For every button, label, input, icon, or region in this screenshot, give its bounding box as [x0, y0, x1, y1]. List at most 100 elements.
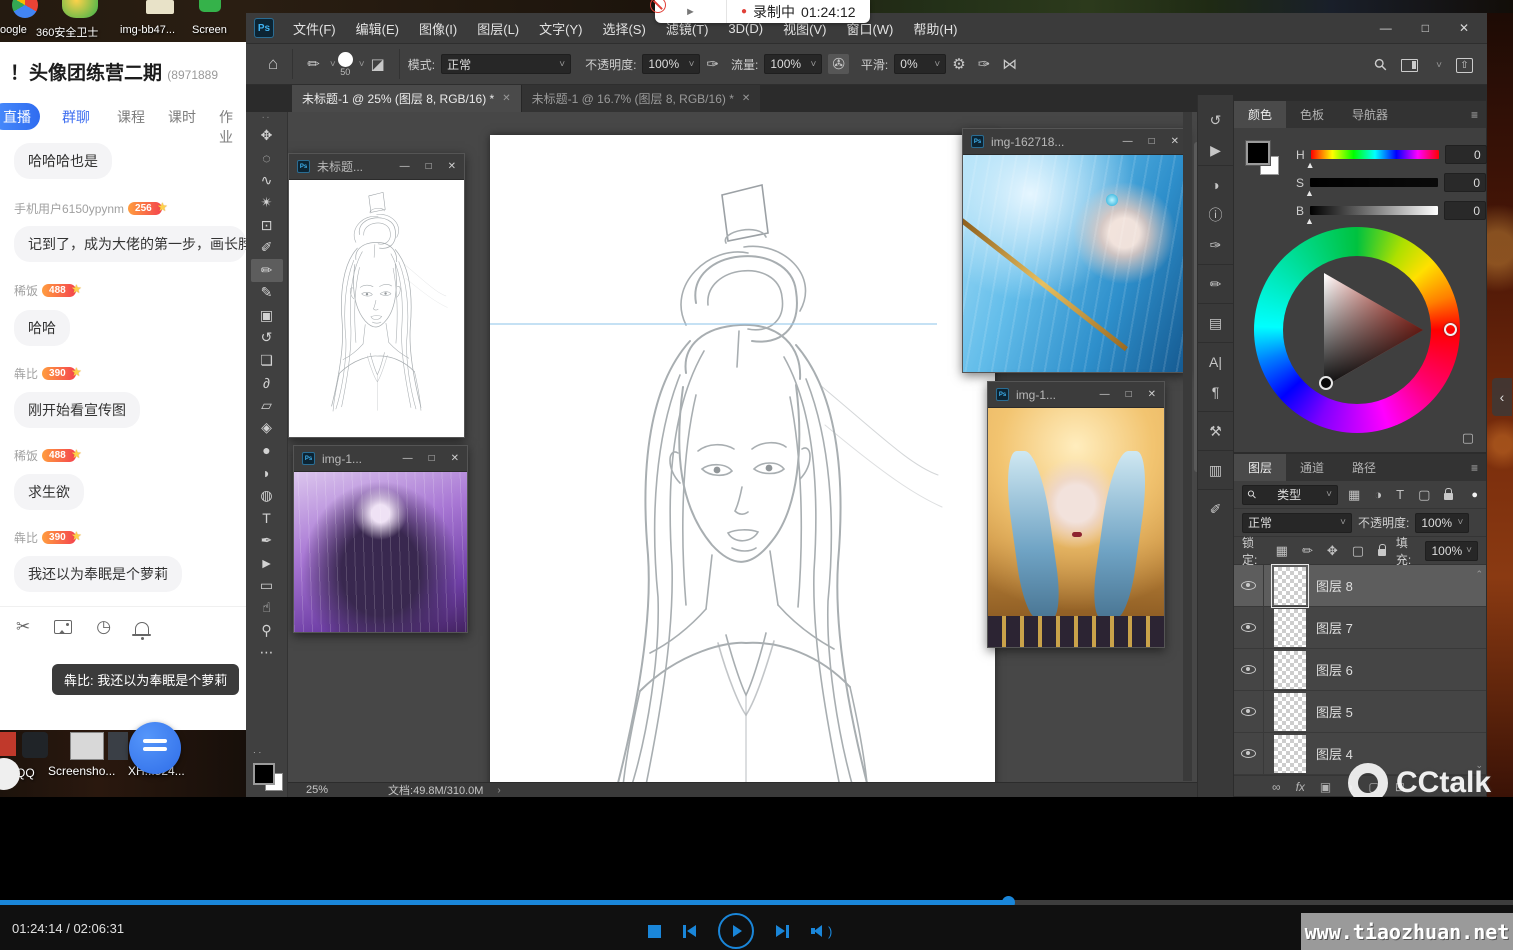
- visibility-toggle[interactable]: [1234, 691, 1264, 732]
- home-icon[interactable]: ⌂: [268, 54, 278, 74]
- zoom-level[interactable]: 25%: [306, 784, 328, 796]
- brightness-value[interactable]: 0: [1444, 201, 1486, 220]
- brightness-slider[interactable]: ▲: [1310, 206, 1438, 215]
- menu-image[interactable]: 图像(I): [410, 19, 466, 38]
- swap-colors-icon[interactable]: ∙∙: [253, 747, 264, 757]
- minimize-icon[interactable]: —: [1380, 21, 1392, 35]
- mute-button[interactable]: ◄: [655, 0, 727, 23]
- pencil-tool[interactable]: ✎: [251, 282, 283, 305]
- brush-tool[interactable]: ✏: [251, 259, 283, 282]
- layer-name[interactable]: 图层 5: [1316, 702, 1353, 721]
- layer-row[interactable]: 图层 7: [1234, 607, 1486, 649]
- layer-thumbnail[interactable]: [1274, 567, 1306, 605]
- lock-pixels-icon[interactable]: ✏: [1302, 543, 1313, 559]
- desktop-icon-label[interactable]: Screen: [192, 24, 227, 36]
- type-tool[interactable]: T: [251, 507, 283, 530]
- lasso-tool[interactable]: ∿: [251, 169, 283, 192]
- history-brush-tool[interactable]: ↺: [251, 327, 283, 350]
- maximize-icon[interactable]: □: [429, 453, 435, 464]
- panel-color-swatches[interactable]: [1246, 141, 1286, 181]
- panel-menu-icon[interactable]: ≡: [1471, 461, 1478, 475]
- lock-transparency-icon[interactable]: ▦: [1276, 543, 1288, 559]
- hue-value[interactable]: 0: [1445, 145, 1487, 164]
- paragraph-panel-icon[interactable]: ¶: [1201, 377, 1231, 407]
- share-icon[interactable]: ⇧: [1456, 58, 1473, 73]
- layer-opacity-select[interactable]: 100%˅: [1415, 513, 1469, 533]
- tab-swatches[interactable]: 色板: [1286, 101, 1338, 128]
- menu-type[interactable]: 文字(Y): [530, 19, 591, 38]
- airbrush-icon[interactable]: ✇: [828, 54, 849, 74]
- rotate-view-panel-icon[interactable]: ✐: [1201, 494, 1231, 524]
- status-expand-icon[interactable]: ›: [497, 785, 500, 796]
- filter-toggle-icon[interactable]: ●: [1471, 489, 1478, 501]
- hue-slider[interactable]: ▲: [1311, 150, 1439, 159]
- clone-source-panel-icon[interactable]: ▤: [1201, 308, 1231, 338]
- character-panel-icon[interactable]: A|: [1201, 347, 1231, 377]
- eraser-tool[interactable]: ▱: [251, 394, 283, 417]
- main-canvas[interactable]: [490, 135, 995, 797]
- tab-channels[interactable]: 通道: [1286, 454, 1338, 481]
- layer-name[interactable]: 图层 7: [1316, 618, 1353, 637]
- layer-thumbnail[interactable]: [1274, 735, 1306, 773]
- maximize-icon[interactable]: □: [1149, 136, 1155, 147]
- path-select-tool[interactable]: ►: [251, 552, 283, 575]
- chevron-down-icon[interactable]: ˅: [330, 59, 336, 70]
- dodge-tool[interactable]: ◗: [251, 462, 283, 485]
- image-upload-icon[interactable]: [54, 620, 72, 634]
- tab-paths[interactable]: 路径: [1338, 454, 1390, 481]
- layer-style-icon[interactable]: fx: [1296, 780, 1305, 794]
- chevron-down-icon[interactable]: ˅: [1436, 60, 1442, 71]
- lock-all-icon[interactable]: [1378, 549, 1386, 556]
- pressure-size-icon[interactable]: ✑: [978, 55, 991, 73]
- window-titlebar[interactable]: Ps 未标题... — □ ✕: [289, 154, 464, 180]
- sponge-tool[interactable]: ◍: [251, 484, 283, 507]
- more-tools-icon[interactable]: ⋯: [251, 642, 283, 665]
- saturation-triangle[interactable]: [1284, 257, 1430, 403]
- gear-icon[interactable]: ⚙: [952, 55, 965, 73]
- filter-shape-icon[interactable]: ▢: [1418, 487, 1430, 503]
- document-tab-active[interactable]: 未标题-1 @ 25% (图层 8, RGB/16) * ✕: [292, 85, 521, 112]
- next-button[interactable]: [776, 925, 789, 938]
- tool-presets-panel-icon[interactable]: ⚒: [1201, 416, 1231, 446]
- layer-row[interactable]: 图层 6: [1234, 649, 1486, 691]
- scroll-up-icon[interactable]: ⌃: [1475, 569, 1483, 580]
- minimize-icon[interactable]: —: [403, 453, 413, 464]
- photoshop-logo[interactable]: Ps: [254, 18, 274, 38]
- tab-live[interactable]: 直播: [0, 103, 40, 130]
- minimize-icon[interactable]: —: [400, 161, 410, 172]
- window-titlebar[interactable]: Ps img-1... — □ ✕: [988, 382, 1164, 408]
- panel-menu-icon[interactable]: ≡: [1471, 108, 1478, 122]
- wheel-widget-icon[interactable]: ▢: [1462, 430, 1474, 446]
- smoothing-select[interactable]: 0%˅: [894, 54, 946, 74]
- desktop-icon-label[interactable]: Screensho...: [48, 764, 115, 778]
- filter-type-icon[interactable]: T: [1396, 487, 1404, 502]
- floating-window-blue-ref[interactable]: Ps img-162718... — □ ✕: [962, 128, 1188, 373]
- tab-layers[interactable]: 图层: [1234, 454, 1286, 481]
- link-layers-icon[interactable]: ∞: [1272, 780, 1281, 794]
- paint-symmetry-icon[interactable]: ⋈: [1002, 55, 1017, 73]
- layer-row-selected[interactable]: 图层 8 ⌃: [1234, 565, 1486, 607]
- close-icon[interactable]: ✕: [502, 93, 510, 104]
- visibility-toggle[interactable]: [1234, 565, 1264, 606]
- saturation-slider[interactable]: ▲: [1310, 178, 1438, 187]
- brush-preset-icon[interactable]: ✏: [307, 55, 320, 73]
- info-panel-icon[interactable]: ⓘ: [1201, 200, 1231, 230]
- layer-thumbnail[interactable]: [1274, 609, 1306, 647]
- panel-drag-handle[interactable]: ∙∙: [262, 114, 272, 124]
- history-panel-icon[interactable]: ↺: [1201, 105, 1231, 135]
- file-icon[interactable]: [146, 0, 174, 14]
- close-icon[interactable]: ✕: [451, 453, 459, 464]
- notification-bell-icon[interactable]: [135, 622, 149, 634]
- minimize-icon[interactable]: —: [1123, 136, 1133, 147]
- move-tool[interactable]: ✥: [251, 124, 283, 147]
- maximize-icon[interactable]: □: [1126, 389, 1132, 400]
- pattern-stamp-tool[interactable]: ❏: [251, 349, 283, 372]
- menu-help[interactable]: 帮助(H): [904, 19, 966, 38]
- lock-artboard-icon[interactable]: ▢: [1352, 543, 1364, 559]
- stop-button[interactable]: [648, 925, 661, 938]
- menu-layer[interactable]: 图层(L): [468, 19, 528, 38]
- layer-blend-select[interactable]: 正常˅: [1242, 513, 1352, 533]
- libraries-panel-icon[interactable]: ▥: [1201, 455, 1231, 485]
- tab-lesson[interactable]: 课时: [168, 107, 196, 127]
- floating-message-bubble-icon[interactable]: [129, 722, 181, 774]
